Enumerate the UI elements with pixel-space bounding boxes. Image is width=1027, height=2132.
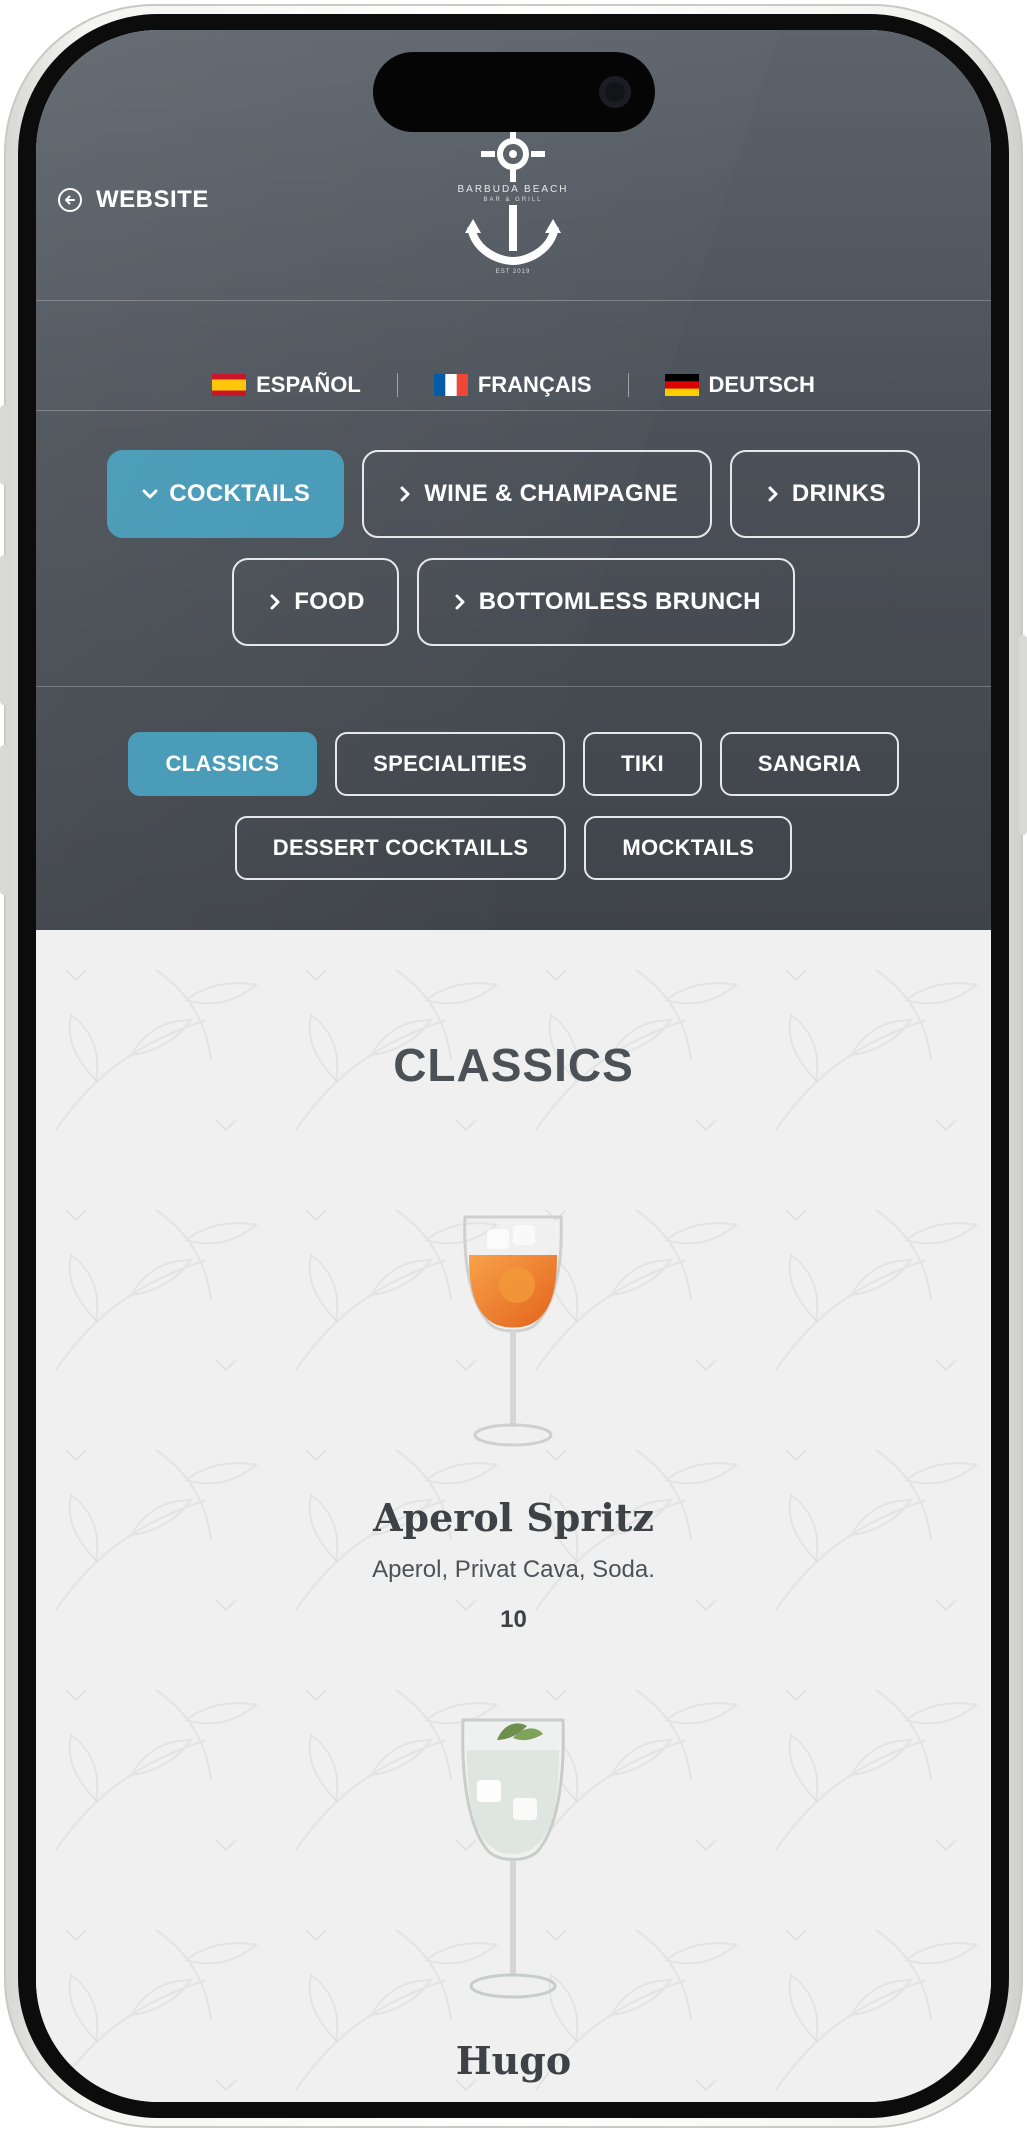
back-to-website-link[interactable]: WEBSITE — [58, 186, 209, 214]
subcategory-tiki[interactable]: TIKI — [583, 732, 702, 796]
france-flag-icon — [433, 374, 468, 396]
category-row-2: FOOD BOTTOMLESS BRUNCH — [36, 558, 991, 646]
menu-item-name: Aperol Spritz — [373, 1495, 654, 1540]
phone-volume-down-button — [0, 745, 8, 895]
chevron-down-icon — [142, 489, 158, 499]
logo-subtitle: BAR & GRILL — [483, 197, 543, 203]
subcategory-specialities[interactable]: SPECIALITIES — [335, 732, 566, 796]
language-switcher: ESPAÑOL FRANÇAIS DEUTSCH — [36, 330, 991, 440]
brand-logo[interactable]: BARBUDA BEACH BAR & GRILL EST 2019 — [436, 130, 590, 290]
phone-power-button — [1019, 635, 1027, 835]
menu-item: Hugo — [36, 2038, 991, 2083]
menu-item-name: Hugo — [455, 2038, 572, 2083]
header-divider-bottom — [36, 686, 991, 687]
subcategory-row-1: CLASSICS SPECIALITIES TIKI SANGRIA — [36, 732, 991, 796]
category-label: WINE & CHAMPAGNE — [424, 480, 678, 507]
aperol-spritz-image — [463, 1215, 563, 1447]
chevron-right-icon — [768, 486, 778, 502]
dynamic-island — [373, 52, 655, 132]
logo-established: EST 2019 — [495, 269, 531, 275]
language-fr-label: FRANÇAIS — [477, 372, 592, 397]
logo-name: BARBUDA BEACH — [457, 184, 569, 195]
phone-screen: WEBSITE BARBUDA BEACH BAR & GRILL EST 20… — [36, 30, 991, 2102]
language-de-label: DEUTSCH — [708, 372, 815, 397]
menu-item: Aperol Spritz Aperol, Privat Cava, Soda.… — [36, 1495, 991, 1634]
header-divider-top — [36, 300, 991, 301]
phone-action-button — [0, 405, 8, 485]
category-label: DRINKS — [791, 480, 886, 507]
chevron-right-icon — [455, 594, 465, 610]
language-es-label: ESPAÑOL — [256, 372, 361, 397]
section-title: CLASSICS — [393, 1039, 634, 1091]
front-camera — [599, 76, 631, 108]
category-bottomless-brunch[interactable]: BOTTOMLESS BRUNCH — [416, 558, 795, 646]
subcategory-dessert-cocktails[interactable]: DESSERT COCKTAILLS — [234, 816, 567, 880]
header-divider-middle — [36, 410, 991, 411]
category-label: COCKTAILS — [169, 480, 311, 507]
category-label: FOOD — [294, 588, 365, 615]
subcategory-classics[interactable]: CLASSICS — [127, 732, 318, 796]
category-row-1: COCKTAILS WINE & CHAMPAGNE DRINKS — [36, 450, 991, 538]
menu-header: WEBSITE BARBUDA BEACH BAR & GRILL EST 20… — [36, 30, 991, 930]
hugo-image — [461, 1718, 565, 1999]
chevron-right-icon — [400, 486, 410, 502]
language-fr[interactable]: FRANÇAIS — [398, 372, 628, 398]
category-cocktails[interactable]: COCKTAILS — [107, 450, 345, 538]
germany-flag-icon — [664, 374, 699, 396]
menu-item-price: 10 — [500, 1606, 527, 1633]
language-de[interactable]: DEUTSCH — [629, 372, 851, 398]
spain-flag-icon — [212, 374, 247, 396]
arrow-left-circle-icon — [58, 188, 82, 212]
subcategory-sangria[interactable]: SANGRIA — [719, 732, 900, 796]
language-es[interactable]: ESPAÑOL — [176, 372, 397, 398]
subcategory-mocktails[interactable]: MOCKTAILS — [584, 816, 793, 880]
back-link-label: WEBSITE — [96, 186, 209, 213]
category-drinks[interactable]: DRINKS — [729, 450, 920, 538]
menu-item-description: Aperol, Privat Cava, Soda. — [372, 1556, 655, 1583]
category-food[interactable]: FOOD — [232, 558, 399, 646]
category-label: BOTTOMLESS BRUNCH — [478, 588, 761, 615]
anchor-icon — [465, 205, 561, 265]
subcategory-row-2: DESSERT COCKTAILLS MOCKTAILS — [36, 816, 991, 880]
category-wine-champagne[interactable]: WINE & CHAMPAGNE — [362, 450, 712, 538]
chevron-right-icon — [270, 594, 280, 610]
ship-wheel-icon — [481, 130, 545, 182]
phone-volume-up-button — [0, 555, 8, 705]
